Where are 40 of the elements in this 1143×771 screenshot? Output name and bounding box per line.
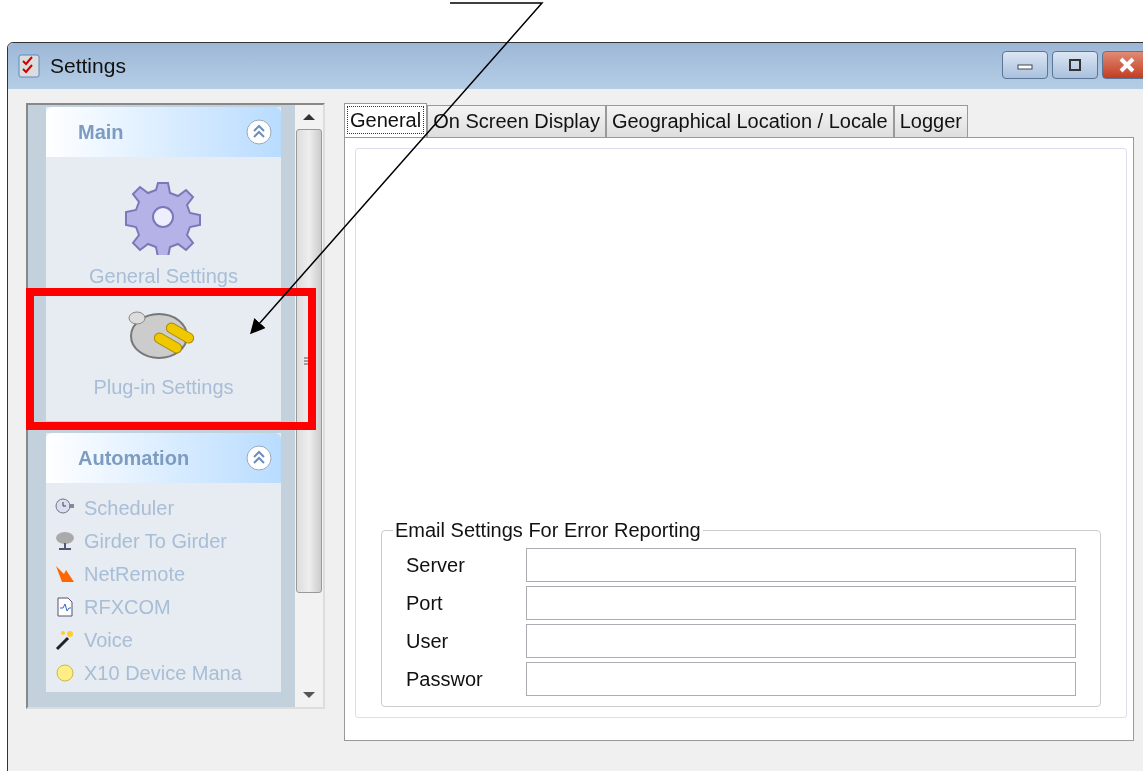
document-icon — [54, 596, 76, 618]
input-field[interactable] — [526, 662, 1076, 696]
group-title: Main — [78, 120, 124, 144]
close-icon — [1117, 57, 1137, 73]
scrollbar[interactable] — [295, 105, 323, 707]
down-arrow-icon[interactable] — [302, 691, 316, 699]
field-label: User — [406, 629, 450, 653]
maximize-button[interactable] — [1052, 51, 1098, 79]
checklist-icon — [18, 54, 40, 78]
sidebar-item[interactable]: RFXCOM — [54, 592, 281, 622]
sidebar-item[interactable]: NetRemote — [54, 559, 281, 589]
sidebar-item[interactable]: Girder To Girder — [54, 526, 281, 556]
bulb-icon — [54, 662, 76, 684]
close-button[interactable] — [1102, 51, 1143, 79]
input-field[interactable] — [526, 624, 1076, 658]
collapse-icon[interactable] — [245, 118, 273, 146]
collapse-icon[interactable] — [245, 444, 273, 472]
gear-icon — [125, 179, 202, 255]
field-label: Server — [406, 553, 466, 577]
maximize-icon — [1067, 58, 1083, 72]
sidebar-item[interactable]: Voice — [54, 625, 281, 655]
tab[interactable]: Logger — [893, 105, 968, 137]
tab[interactable]: Geographical Location / Locale — [605, 105, 894, 137]
input-field[interactable] — [526, 548, 1076, 582]
flame-icon — [54, 563, 76, 585]
up-arrow-icon[interactable] — [302, 113, 316, 121]
sidebar-item[interactable]: X10 Device Mana — [54, 658, 281, 688]
field-label: Passwor — [406, 667, 484, 691]
group-title: Email Settings For Error Reporting — [394, 519, 702, 542]
sidebar-item[interactable]: Plug-in Settings — [93, 306, 234, 399]
sidebar-item[interactable]: Scheduler — [54, 493, 281, 523]
tab[interactable]: General — [344, 103, 428, 137]
group-title: Automation — [78, 446, 190, 470]
dish-icon — [54, 530, 76, 552]
field-label: Port — [406, 591, 444, 615]
minimize-button[interactable] — [1002, 51, 1048, 79]
window-title: Settings — [50, 54, 126, 78]
input-field[interactable] — [526, 586, 1076, 620]
sidebar-item[interactable]: General Settings — [89, 179, 238, 288]
wand-icon — [54, 629, 76, 651]
